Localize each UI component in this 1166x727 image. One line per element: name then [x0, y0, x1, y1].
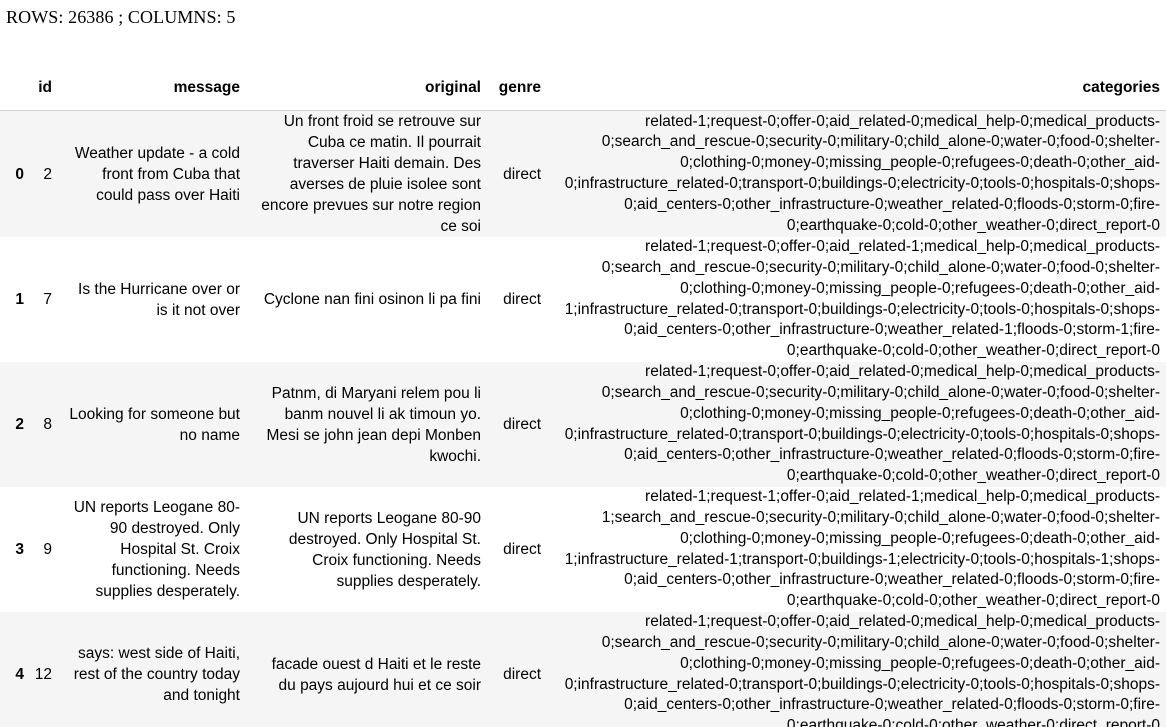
table-row: 4 12 says: west side of Haiti, rest of t…	[0, 612, 1166, 727]
header-row: id message original genre categories	[0, 66, 1166, 111]
cell-id: 7	[28, 237, 58, 362]
cell-id: 8	[28, 362, 58, 487]
cell-genre: direct	[487, 612, 547, 727]
row-index: 0	[0, 110, 28, 237]
cell-original: Patnm, di Maryani relem pou li banm nouv…	[246, 362, 487, 487]
header-id: id	[28, 66, 58, 111]
rows-columns-summary: ROWS: 26386 ; COLUMNS: 5	[6, 7, 236, 27]
cell-genre: direct	[487, 362, 547, 487]
table-row: 0 2 Weather update - a cold front from C…	[0, 110, 1166, 237]
cell-id: 12	[28, 612, 58, 727]
cell-categories: related-1;request-0;offer-0;aid_related-…	[547, 237, 1166, 362]
table-row: 2 8 Looking for someone but no name Patn…	[0, 362, 1166, 487]
cell-genre: direct	[487, 237, 547, 362]
cell-message: Weather update - a cold front from Cuba …	[58, 110, 246, 237]
row-index: 4	[0, 612, 28, 727]
row-index: 2	[0, 362, 28, 487]
cell-genre: direct	[487, 487, 547, 612]
cell-message: Is the Hurricane over or is it not over	[58, 237, 246, 362]
cell-message: Looking for someone but no name	[58, 362, 246, 487]
cell-id: 2	[28, 110, 58, 237]
cell-message: says: west side of Haiti, rest of the co…	[58, 612, 246, 727]
table-header: id message original genre categories	[0, 66, 1166, 111]
row-index: 1	[0, 237, 28, 362]
row-index: 3	[0, 487, 28, 612]
cell-message: UN reports Leogane 80-90 destroyed. Only…	[58, 487, 246, 612]
cell-categories: related-1;request-0;offer-0;aid_related-…	[547, 110, 1166, 237]
table-row: 3 9 UN reports Leogane 80-90 destroyed. …	[0, 487, 1166, 612]
cell-categories: related-1;request-1;offer-0;aid_related-…	[547, 487, 1166, 612]
cell-original: UN reports Leogane 80-90 destroyed. Only…	[246, 487, 487, 612]
header-categories: categories	[547, 66, 1166, 111]
cell-id: 9	[28, 487, 58, 612]
table-body: 0 2 Weather update - a cold front from C…	[0, 110, 1166, 727]
cell-genre: direct	[487, 110, 547, 237]
cell-original: Cyclone nan fini osinon li pa fini	[246, 237, 487, 362]
cell-original: Un front froid se retrouve sur Cuba ce m…	[246, 110, 487, 237]
cell-original: facade ouest d Haiti et le reste du pays…	[246, 612, 487, 727]
dataframe-table: id message original genre categories 0 2…	[0, 66, 1166, 727]
header-original: original	[246, 66, 487, 111]
cell-categories: related-1;request-0;offer-0;aid_related-…	[547, 362, 1166, 487]
header-genre: genre	[487, 66, 547, 111]
header-index	[0, 66, 28, 111]
table-row: 1 7 Is the Hurricane over or is it not o…	[0, 237, 1166, 362]
header-message: message	[58, 66, 246, 111]
cell-categories: related-1;request-0;offer-0;aid_related-…	[547, 612, 1166, 727]
